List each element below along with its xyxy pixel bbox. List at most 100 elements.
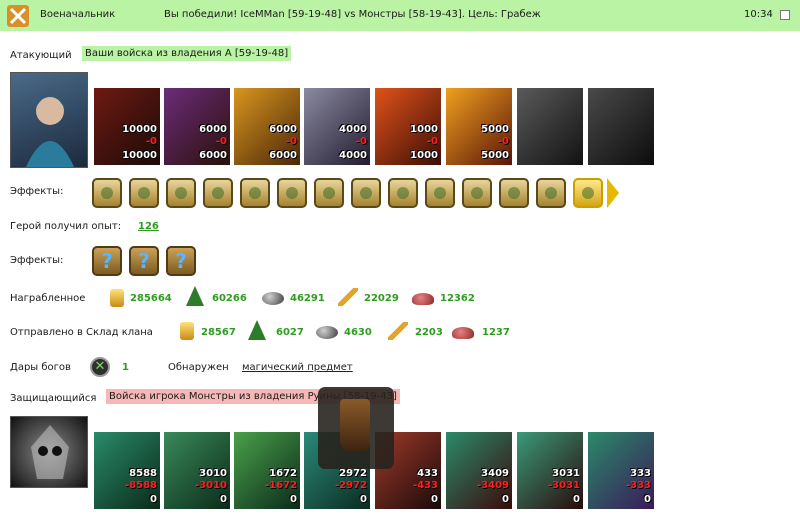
clan-gold: 28567	[201, 327, 236, 338]
unit-count: 5000	[481, 124, 509, 135]
looted-gems: 12362	[440, 293, 475, 304]
ore-icon	[316, 326, 338, 339]
unknown-effect-icon[interactable]: ?	[166, 246, 196, 276]
unit-loss: -8588	[125, 480, 157, 491]
skull-emblem-icon	[31, 425, 69, 479]
gifts-label: Дары богов	[10, 362, 71, 373]
effect-icon-11[interactable]	[462, 178, 492, 208]
found-label: Обнаружен	[168, 362, 229, 373]
clover-effect-icon[interactable]	[499, 178, 529, 208]
gems-icon	[452, 327, 474, 339]
unit-remaining: 4000	[339, 150, 367, 161]
looted-ore: 46291	[290, 293, 325, 304]
looted-label: Награбленное	[10, 293, 86, 304]
unit-count: 3010	[199, 468, 227, 479]
unit-loss: -333	[625, 480, 651, 491]
unit-count: 2972	[339, 468, 367, 479]
attacker-hero-portrait[interactable]	[10, 72, 88, 168]
gems-icon	[412, 293, 434, 305]
defender-portrait[interactable]	[10, 416, 88, 488]
unit-loss: -3031	[548, 480, 580, 491]
effect-icon-7[interactable]	[314, 178, 344, 208]
unit-count: 3031	[552, 468, 580, 479]
effect-icon-3[interactable]	[166, 178, 196, 208]
defender-unit-6[interactable]: 3409 -3409 0	[446, 432, 512, 509]
clan-wheat: 2203	[415, 327, 443, 338]
bow-effect-icon[interactable]	[536, 178, 566, 208]
unit-count: 3409	[481, 468, 509, 479]
defender-unit-2[interactable]: 3010 -3010 0	[164, 432, 230, 509]
unit-loss: -0	[355, 136, 367, 147]
unknown-effect-icon[interactable]: ?	[92, 246, 122, 276]
gift-icon: ✕	[90, 357, 110, 377]
attacker-unit-2[interactable]: 6000 -0 6000	[164, 88, 230, 165]
sword-effect-icon[interactable]	[277, 178, 307, 208]
close-checkbox[interactable]	[780, 10, 790, 20]
unit-loss: -2972	[335, 480, 367, 491]
header-time: 10:34	[744, 9, 773, 20]
unit-remaining: 0	[431, 494, 438, 505]
wheat-icon	[388, 322, 408, 340]
found-item-link[interactable]: магический предмет	[242, 362, 353, 373]
unit-loss: -3010	[195, 480, 227, 491]
unit-count: 6000	[269, 124, 297, 135]
effect-icon-2[interactable]	[129, 178, 159, 208]
crossed-swords-icon	[7, 5, 29, 27]
unit-count: 10000	[122, 124, 157, 135]
arrow-right-icon[interactable]	[607, 178, 619, 208]
clover-highlight-effect-icon[interactable]	[573, 178, 603, 208]
header-role: Военачальник	[40, 9, 116, 20]
attacker-tag: Ваши войска из владения A [59-19-48]	[82, 46, 292, 61]
hero-exp-label: Герой получил опыт:	[10, 221, 122, 232]
unit-remaining: 6000	[269, 150, 297, 161]
unit-loss: -0	[497, 136, 509, 147]
attacker-label: Атакующий	[10, 50, 72, 61]
wheat-icon	[338, 288, 358, 306]
unit-remaining: 5000	[481, 150, 509, 161]
attacker-unit-4[interactable]: 4000 -0 4000	[304, 88, 370, 165]
attacker-unit-7[interactable]	[517, 88, 583, 165]
unit-remaining: 0	[290, 494, 297, 505]
attacker-unit-6[interactable]: 5000 -0 5000	[446, 88, 512, 165]
wood-icon	[248, 320, 266, 340]
attacker-unit-3[interactable]: 6000 -0 6000	[234, 88, 300, 165]
looted-wood: 60266	[212, 293, 247, 304]
gold-icon	[110, 289, 124, 307]
effect-icon-8[interactable]	[351, 178, 381, 208]
defender-unit-7[interactable]: 3031 -3031 0	[517, 432, 583, 509]
unit-count: 4000	[339, 124, 367, 135]
unknown-effect-icon[interactable]: ?	[129, 246, 159, 276]
looted-gold: 285664	[130, 293, 172, 304]
effect-icon-5[interactable]	[240, 178, 270, 208]
unit-count: 433	[417, 468, 438, 479]
unit-loss: -0	[145, 136, 157, 147]
defender-unit-8[interactable]: 333 -333 0	[588, 432, 654, 509]
hero-avatar-icon	[25, 95, 75, 167]
header-bar: Военачальник Вы победили! IceMMan [59-19…	[0, 0, 800, 31]
attacker-unit-8[interactable]	[588, 88, 654, 165]
effect-icon-1[interactable]	[92, 178, 122, 208]
unit-loss: -3409	[477, 480, 509, 491]
clan-ore: 4630	[344, 327, 372, 338]
unit-count: 6000	[199, 124, 227, 135]
clan-wood: 6027	[276, 327, 304, 338]
defender-unit-1[interactable]: 8588 -8588 0	[94, 432, 160, 509]
defender-unit-3[interactable]: 1672 -1672 0	[234, 432, 300, 509]
unit-remaining: 0	[360, 494, 367, 505]
unit-remaining: 6000	[199, 150, 227, 161]
defender-label: Защищающийся	[10, 393, 97, 404]
unit-count: 8588	[129, 468, 157, 479]
battle-result-message: Вы победили! IceMMan [59-19-48] vs Монст…	[164, 9, 541, 20]
gifts-value: 1	[122, 362, 129, 373]
effect-icon-9[interactable]	[388, 178, 418, 208]
effect-icon-10[interactable]	[425, 178, 455, 208]
attacker-unit-1[interactable]: 10000 -0 10000	[94, 88, 160, 165]
shield-effect-icon[interactable]	[203, 178, 233, 208]
hero-exp-value[interactable]: 126	[138, 221, 159, 232]
unit-remaining: 0	[150, 494, 157, 505]
attacker-unit-5[interactable]: 1000 -0 1000	[375, 88, 441, 165]
item-tooltip	[318, 387, 394, 469]
clan-storage-label: Отправлено в Склад клана	[10, 327, 153, 338]
unit-remaining: 0	[573, 494, 580, 505]
boots-icon	[340, 399, 370, 451]
